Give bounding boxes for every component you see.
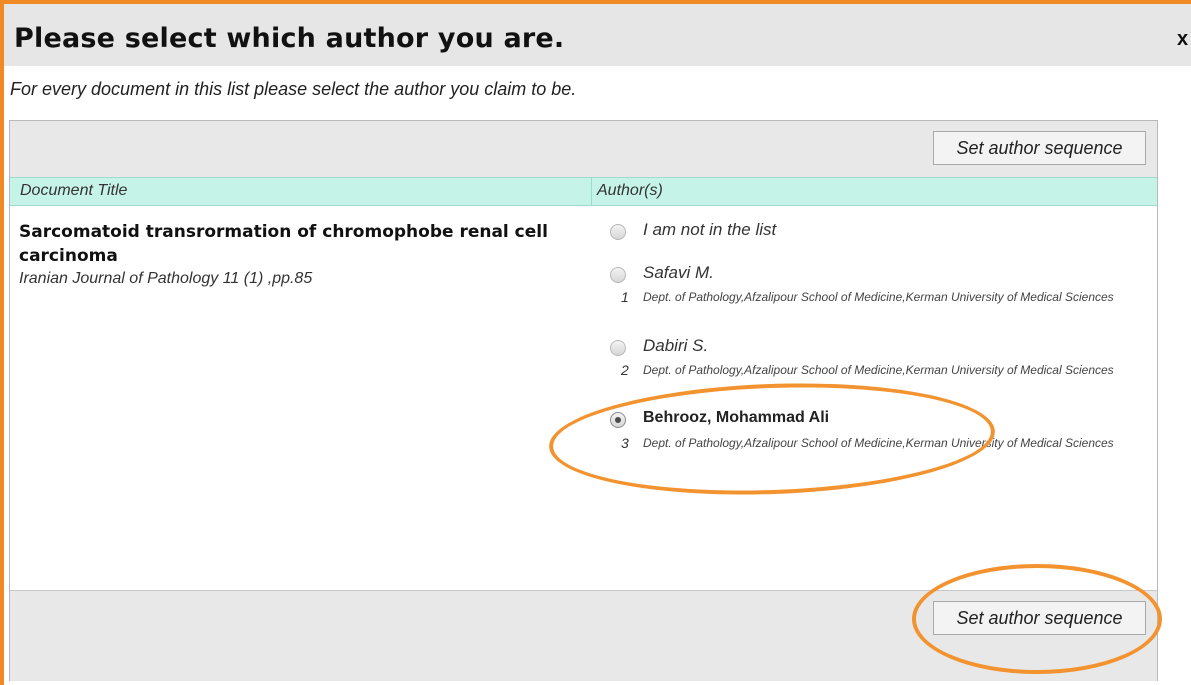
radio-button-selected[interactable] (610, 412, 626, 428)
radio-button[interactable] (610, 340, 626, 356)
set-author-sequence-button-bottom[interactable]: Set author sequence (933, 601, 1146, 635)
radio-button[interactable] (610, 267, 626, 283)
author-affiliation: Dept. of Pathology,Afzalipour School of … (643, 363, 1114, 377)
radio-button[interactable] (610, 224, 626, 240)
author-affiliation: Dept. of Pathology,Afzalipour School of … (643, 436, 1114, 450)
panel-toolbar-top: Set author sequence (10, 121, 1157, 177)
document-title: Sarcomatoid transrormation of chromophob… (19, 222, 548, 266)
column-divider (591, 178, 592, 205)
dialog-titlebar: Please select which author you are. x (4, 4, 1191, 66)
document-journal: Iranian Journal of Pathology 11 (1) ,pp.… (19, 270, 313, 287)
dialog-title: Please select which author you are. (14, 23, 565, 54)
dialog-subtitle: For every document in this list please s… (10, 79, 577, 99)
author-name: Dabiri S. (643, 336, 709, 355)
table-header: Document Title Author(s) (10, 177, 1157, 206)
author-number: 2 (621, 362, 629, 378)
author-name: Behrooz, Mohammad Ali (643, 409, 830, 426)
close-icon[interactable]: x (1177, 28, 1191, 51)
author-selection-panel: Set author sequence Document Title Autho… (9, 120, 1158, 681)
column-header-document-title: Document Title (20, 182, 128, 199)
author-name: Safavi M. (643, 263, 714, 282)
author-name: I am not in the list (643, 220, 777, 239)
column-header-authors: Author(s) (597, 182, 663, 199)
author-number: 1 (621, 289, 629, 305)
set-author-sequence-button-top[interactable]: Set author sequence (933, 131, 1146, 165)
author-number: 3 (621, 435, 629, 451)
author-affiliation: Dept. of Pathology,Afzalipour School of … (643, 290, 1114, 304)
